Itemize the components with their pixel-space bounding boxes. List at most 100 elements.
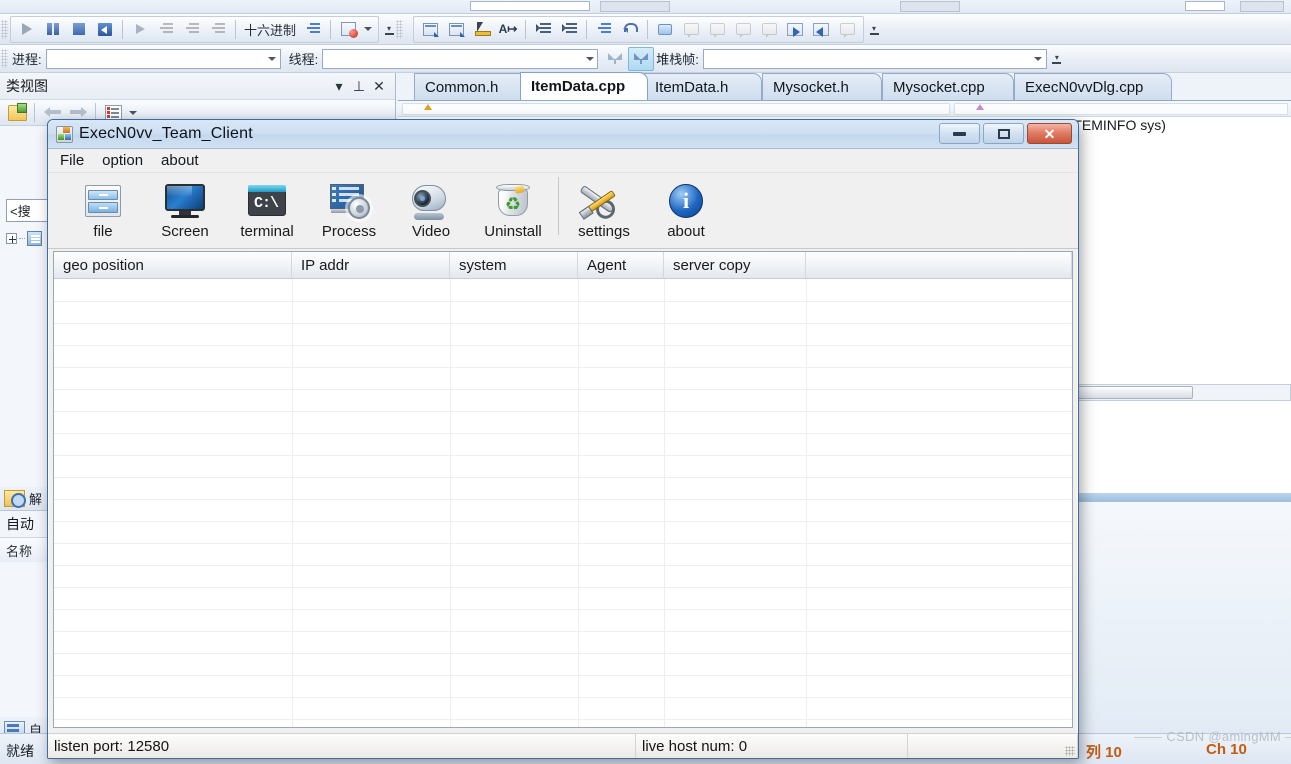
comment-selection-button[interactable] (591, 17, 617, 41)
column-header-system[interactable]: system (450, 252, 578, 278)
step-over-button[interactable] (179, 17, 205, 41)
hex-display-label[interactable]: 十六进制 (240, 20, 300, 39)
expand-plus-icon[interactable] (6, 233, 17, 244)
stop-icon (73, 23, 85, 35)
column-header-server-copy[interactable]: server copy (664, 252, 806, 278)
tab-common-h[interactable]: Common.h (414, 73, 532, 100)
debug-windows-dropdown[interactable] (361, 17, 375, 41)
nav-forward-button[interactable] (704, 17, 730, 41)
editor-toolbar-overflow[interactable]: ▾ (868, 18, 880, 40)
maximize-button[interactable] (983, 123, 1024, 144)
go-to-definition-button[interactable] (782, 17, 808, 41)
toolbar-button-about[interactable]: i about (645, 177, 727, 240)
menu-item-option[interactable]: option (102, 152, 143, 169)
toolbar-button-uninstall[interactable]: ♻ Uninstall (472, 177, 554, 240)
dialog-titlebar[interactable]: ExecN0vv_Team_Client ✕ (48, 120, 1078, 149)
find-symbol-button[interactable] (834, 17, 860, 41)
nav-back-2-button[interactable] (730, 17, 756, 41)
close-icon: ✕ (1043, 125, 1056, 142)
close-button[interactable]: ✕ (1027, 123, 1072, 144)
step-into-button[interactable] (153, 17, 179, 41)
tab-itemdata-cpp[interactable]: ItemData.cpp (520, 72, 648, 100)
tab-itemdata-h[interactable]: ItemData.h (644, 73, 762, 100)
decrease-indent-button[interactable] (556, 17, 582, 41)
column-header-blank[interactable] (806, 252, 1072, 278)
restart-button[interactable] (92, 17, 118, 41)
editor-pane-right-header[interactable] (954, 103, 1288, 115)
toolbar-button-file[interactable]: file (62, 177, 144, 240)
toolbar-button-settings[interactable]: settings (563, 177, 645, 240)
top-strip-input[interactable] (470, 1, 590, 11)
select-tool-button[interactable] (469, 17, 495, 41)
tab-execn0vvdlg-cpp[interactable]: ExecN0vvDlg.cpp (1014, 73, 1172, 100)
execn0vv-team-client-dialog[interactable]: ExecN0vv_Team_Client ✕ File option about… (47, 119, 1079, 759)
close-icon[interactable]: ✕ (369, 76, 389, 96)
toolbar-button-process[interactable]: Process (308, 177, 390, 240)
stackframe-combobox[interactable] (702, 48, 1047, 69)
break-all-button[interactable] (40, 17, 66, 41)
toggle-word-wrap-button[interactable]: A↦ (495, 17, 521, 41)
nav-back-button[interactable] (678, 17, 704, 41)
arrow-right-icon-2 (69, 107, 87, 118)
stop-debugging-button[interactable] (66, 17, 92, 41)
thread-combobox[interactable] (322, 48, 599, 69)
toggle-bookmark-button[interactable] (417, 17, 443, 41)
host-list-body[interactable] (54, 279, 1072, 727)
nav-forward-icon (709, 23, 725, 38)
process-combobox[interactable] (45, 48, 281, 69)
toggle-outlining-button[interactable] (652, 17, 678, 41)
tab-mysocket-cpp[interactable]: Mysocket.cpp (882, 73, 1014, 100)
top-strip-button[interactable] (600, 1, 670, 12)
tab-mysocket-h[interactable]: Mysocket.h (762, 73, 882, 100)
uncomment-selection-button[interactable] (617, 17, 643, 41)
tab-label: Mysocket.h (773, 78, 849, 96)
top-strip-button-3[interactable] (1240, 1, 1284, 12)
top-strip-input-2[interactable] (1185, 1, 1225, 11)
toolbar-grip-2[interactable] (396, 19, 404, 39)
dropdown-icon[interactable]: ▾ (329, 76, 349, 96)
continue-button[interactable] (14, 17, 40, 41)
column-header-ip-addr[interactable]: IP addr (292, 252, 450, 278)
toolbar-grip[interactable] (1, 19, 8, 39)
menu-item-file[interactable]: File (60, 152, 84, 169)
ide-top-strip (0, 0, 1291, 14)
dialog-status-bar: listen port: 12580 live host num: 0 (48, 733, 1078, 758)
column-header-geo-position[interactable]: geo position (54, 252, 292, 278)
add-watch-icon[interactable] (300, 17, 326, 41)
list-settings-icon (104, 105, 122, 120)
solution-explorer-icon (4, 490, 26, 508)
location-toolbar-overflow[interactable]: ▾ (1051, 48, 1063, 70)
breakpoint-window-button[interactable] (335, 17, 361, 41)
top-strip-button-2[interactable] (900, 1, 960, 12)
toolbar-button-screen[interactable]: Screen (144, 177, 226, 240)
nav-forward-2-button[interactable] (756, 17, 782, 41)
filter-off-button[interactable] (602, 47, 628, 71)
autos-name-column-label: 名称 (6, 543, 33, 559)
list-column-separator (292, 279, 293, 727)
host-list-view[interactable]: geo position IP addr system Agent server… (53, 251, 1073, 728)
editor-pane-left-header[interactable] (402, 103, 950, 115)
restart-icon (98, 22, 112, 36)
list-row-separator (54, 389, 1072, 390)
next-bookmark-button[interactable] (443, 17, 469, 41)
minimize-button[interactable] (939, 123, 980, 144)
debug-toolbar-overflow[interactable]: ▾ (383, 18, 395, 40)
toolbar-button-terminal[interactable]: C:\ terminal (226, 177, 308, 240)
menu-item-about[interactable]: about (161, 152, 199, 169)
show-next-statement-button[interactable] (127, 17, 153, 41)
toolbar-separator-dialog (558, 177, 559, 235)
increase-indent-button[interactable] (530, 17, 556, 41)
go-to-declaration-button[interactable] (808, 17, 834, 41)
toolbar-button-video[interactable]: Video (390, 177, 472, 240)
filter-on-button[interactable] (628, 46, 655, 71)
new-folder-button[interactable] (4, 101, 30, 125)
class-view-tree-root[interactable] (6, 231, 42, 246)
list-row-separator (54, 301, 1072, 302)
column-header-agent[interactable]: Agent (578, 252, 664, 278)
pin-icon[interactable]: ⊥ (349, 76, 369, 96)
toolbar-label-settings: settings (578, 223, 630, 240)
step-out-button[interactable] (205, 17, 231, 41)
location-toolbar-grip[interactable] (1, 49, 8, 68)
resize-grip-icon[interactable] (1065, 746, 1075, 756)
code-fragment: STEMINFO sys) (1064, 117, 1166, 133)
